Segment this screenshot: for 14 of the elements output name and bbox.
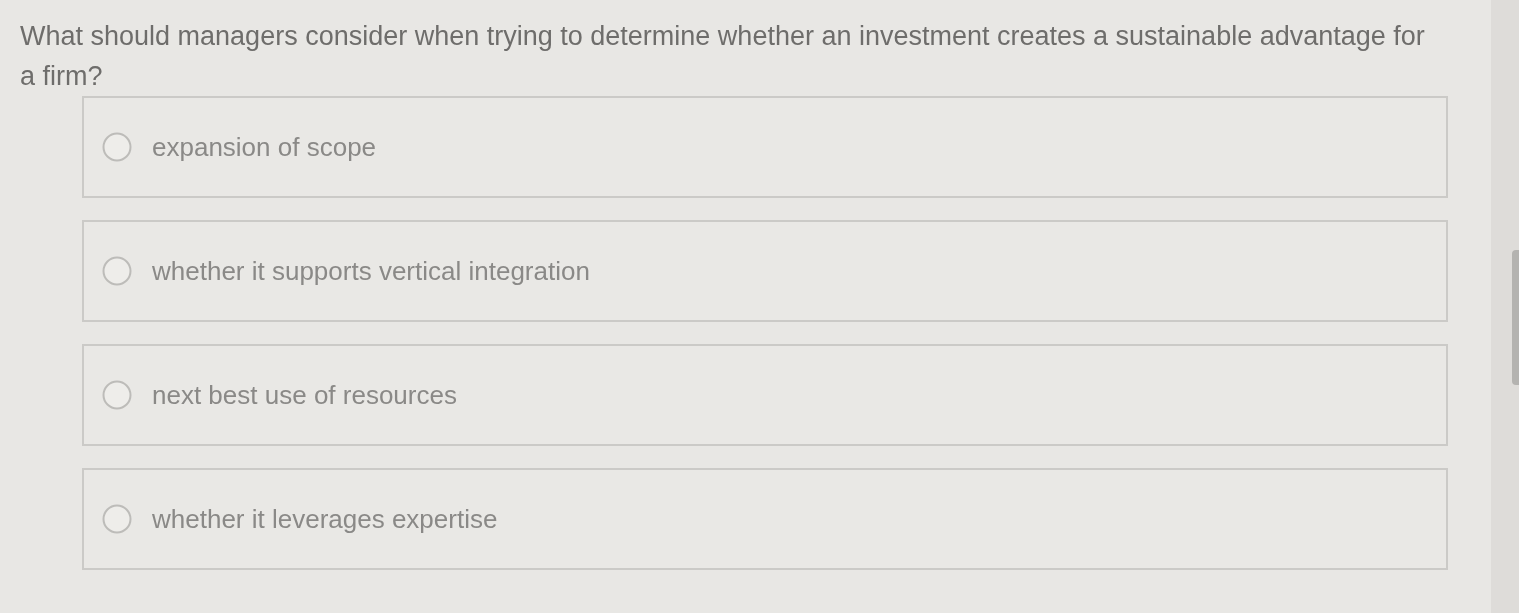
answer-option[interactable]: expansion of scope: [82, 96, 1448, 198]
option-label: whether it leverages expertise: [152, 502, 498, 536]
radio-button-icon[interactable]: [102, 380, 132, 410]
radio-button-icon[interactable]: [102, 504, 132, 534]
option-label: whether it supports vertical integration: [152, 254, 590, 288]
question-text: What should managers consider when trying to determine whether an investment creates a sustainable advantage for a firm?: [20, 20, 1426, 93]
answer-option[interactable]: next best use of resources: [82, 344, 1448, 446]
scrollbar-thumb[interactable]: [1512, 250, 1519, 385]
option-label: next best use of resources: [152, 378, 457, 412]
radio-button-icon[interactable]: [102, 256, 132, 286]
radio-button-icon[interactable]: [102, 132, 132, 162]
answer-option[interactable]: whether it supports vertical integration: [82, 220, 1448, 322]
answer-option[interactable]: whether it leverages expertise: [82, 468, 1448, 570]
option-label: expansion of scope: [152, 130, 377, 164]
